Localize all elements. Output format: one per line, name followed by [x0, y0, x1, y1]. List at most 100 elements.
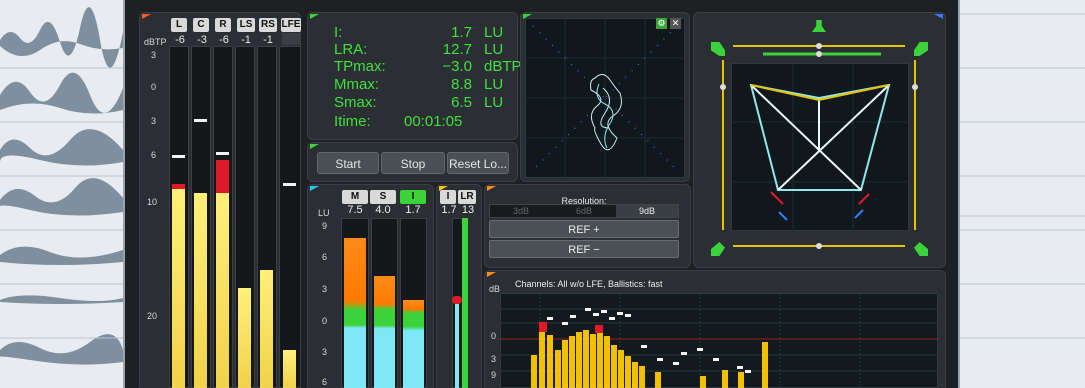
peak-value-lfe: [282, 33, 300, 45]
lra-range-fill: [462, 218, 468, 388]
lra-value-lr: 13: [461, 204, 475, 216]
peak-fill-rs: [260, 270, 273, 388]
histogram-peak: [697, 348, 703, 351]
loudness-fill-m: [344, 238, 366, 388]
peak-value-r: -6: [219, 34, 229, 46]
histogram-bar: [562, 340, 568, 388]
peak-meter-lfe: [279, 46, 301, 388]
panel-corner-marker: [310, 14, 319, 19]
panel-corner-marker: [487, 186, 496, 191]
stat-value: 1.7: [451, 24, 472, 41]
loudness-fill-i: [403, 300, 424, 388]
ref-plus-button[interactable]: REF +: [489, 220, 679, 238]
loudness-header-s[interactable]: S: [370, 190, 396, 204]
histogram-peak: [562, 322, 568, 325]
histogram-caption: Channels: All w/o LFE, Ballistics: fast: [515, 279, 663, 289]
peak-hold-r: [216, 152, 229, 155]
peak-fill-l: [172, 188, 185, 388]
histogram-bar: [547, 335, 553, 388]
peak-scale-6: 6: [151, 150, 157, 160]
histogram-peak: [585, 308, 591, 311]
channel-header-rs[interactable]: RS: [259, 18, 277, 32]
stat-label: I:: [334, 24, 343, 41]
peak-fill-lfe: [283, 350, 296, 388]
stat-value: 6.5: [451, 94, 472, 111]
histogram-peak: [745, 370, 751, 373]
loudness-fill-s: [374, 276, 395, 388]
peak-scale-10: 10: [147, 197, 158, 207]
panel-corner-marker: [310, 186, 319, 191]
histogram-peak: [617, 312, 623, 315]
histogram-clip: [595, 325, 603, 333]
waveform-track-left[interactable]: [0, 0, 123, 388]
channel-header-ls[interactable]: LS: [237, 18, 255, 32]
stat-unit: LU: [484, 94, 504, 111]
peak-value-c: -3: [197, 34, 207, 46]
loudness-unit-label: LU: [318, 208, 330, 218]
resolution-option-6db[interactable]: 6dB: [553, 205, 615, 217]
loudness-header-i[interactable]: I: [400, 190, 426, 204]
stat-unit: LU: [484, 76, 504, 93]
histogram-bar: [539, 330, 545, 388]
peak-scale-3: 3: [151, 116, 157, 126]
peak-fill-c: [194, 193, 207, 388]
loudness-scale-6: 6: [322, 252, 328, 262]
lra-header-i[interactable]: I: [440, 190, 456, 204]
loudness-header-m[interactable]: M: [342, 190, 368, 204]
resolution-option-3db[interactable]: 3dB: [490, 205, 552, 217]
histogram-bar: [576, 332, 582, 388]
panel-corner-marker: [142, 14, 151, 19]
stat-label: Mmax:: [334, 76, 379, 93]
histogram-peak: [641, 345, 647, 348]
waveform-right-graphic: [960, 13, 1085, 339]
stop-button[interactable]: Stop: [381, 152, 445, 174]
waveform-track-right[interactable]: [960, 0, 1085, 388]
peak-scale-0: 0: [151, 82, 157, 92]
stat-value: 00:01:05: [404, 113, 463, 130]
ref-minus-button[interactable]: REF −: [489, 240, 679, 258]
peak-hold-l: [172, 155, 185, 158]
reset-loudness-button[interactable]: Reset Lo...: [447, 152, 509, 174]
lra-header-lr[interactable]: LR: [458, 190, 476, 204]
start-button[interactable]: Start: [317, 152, 379, 174]
histogram-bar: [555, 350, 561, 388]
vectorscope-close-icon[interactable]: ✕: [670, 18, 681, 29]
histogram-bar: [618, 350, 624, 388]
histogram-peak: [625, 314, 631, 317]
histogram-peak: [593, 313, 599, 316]
stat-label: Smax:: [334, 94, 377, 111]
histogram-peak: [601, 310, 607, 313]
channel-header-lfe[interactable]: LFE: [281, 18, 301, 32]
histogram-bar: [655, 372, 661, 388]
histogram-peak: [657, 358, 663, 361]
resolution-option-9db[interactable]: 9dB: [616, 205, 678, 217]
histogram-peak: [547, 317, 553, 320]
dbtp-unit-label: dBTP: [144, 37, 167, 47]
waveform-left-graphic: [0, 7, 123, 365]
loudness-value-m: 7.5: [347, 204, 363, 216]
histogram-bar: [722, 370, 728, 388]
vectorscope-settings-icon[interactable]: ⚙: [656, 18, 667, 29]
histogram-bar: [583, 330, 589, 388]
histogram-bar: [738, 372, 744, 388]
histogram-scale-9: 9: [491, 370, 497, 380]
lra-value-i: 1.7: [441, 204, 457, 216]
peak-scale-20: 20: [147, 311, 158, 321]
channel-header-l[interactable]: L: [171, 18, 187, 32]
histogram-peak: [713, 358, 719, 361]
lra-indicator[interactable]: [452, 296, 462, 304]
stat-unit: dBTP: [484, 58, 522, 75]
loudness-scale-3: 3: [322, 284, 328, 294]
histogram-bar: [611, 345, 617, 388]
channel-header-c[interactable]: C: [193, 18, 209, 32]
loudness-scale-6-low: 6: [322, 377, 328, 387]
histogram-bar: [632, 362, 638, 388]
panel-corner-marker: [310, 144, 319, 149]
histogram-bar: [590, 334, 596, 388]
channel-header-r[interactable]: R: [215, 18, 231, 32]
stat-label: Itime:: [334, 113, 371, 130]
panel-corner-marker: [487, 272, 496, 277]
histogram-bar: [604, 336, 610, 388]
histogram-peak: [609, 317, 615, 320]
histogram-bar: [531, 355, 537, 388]
